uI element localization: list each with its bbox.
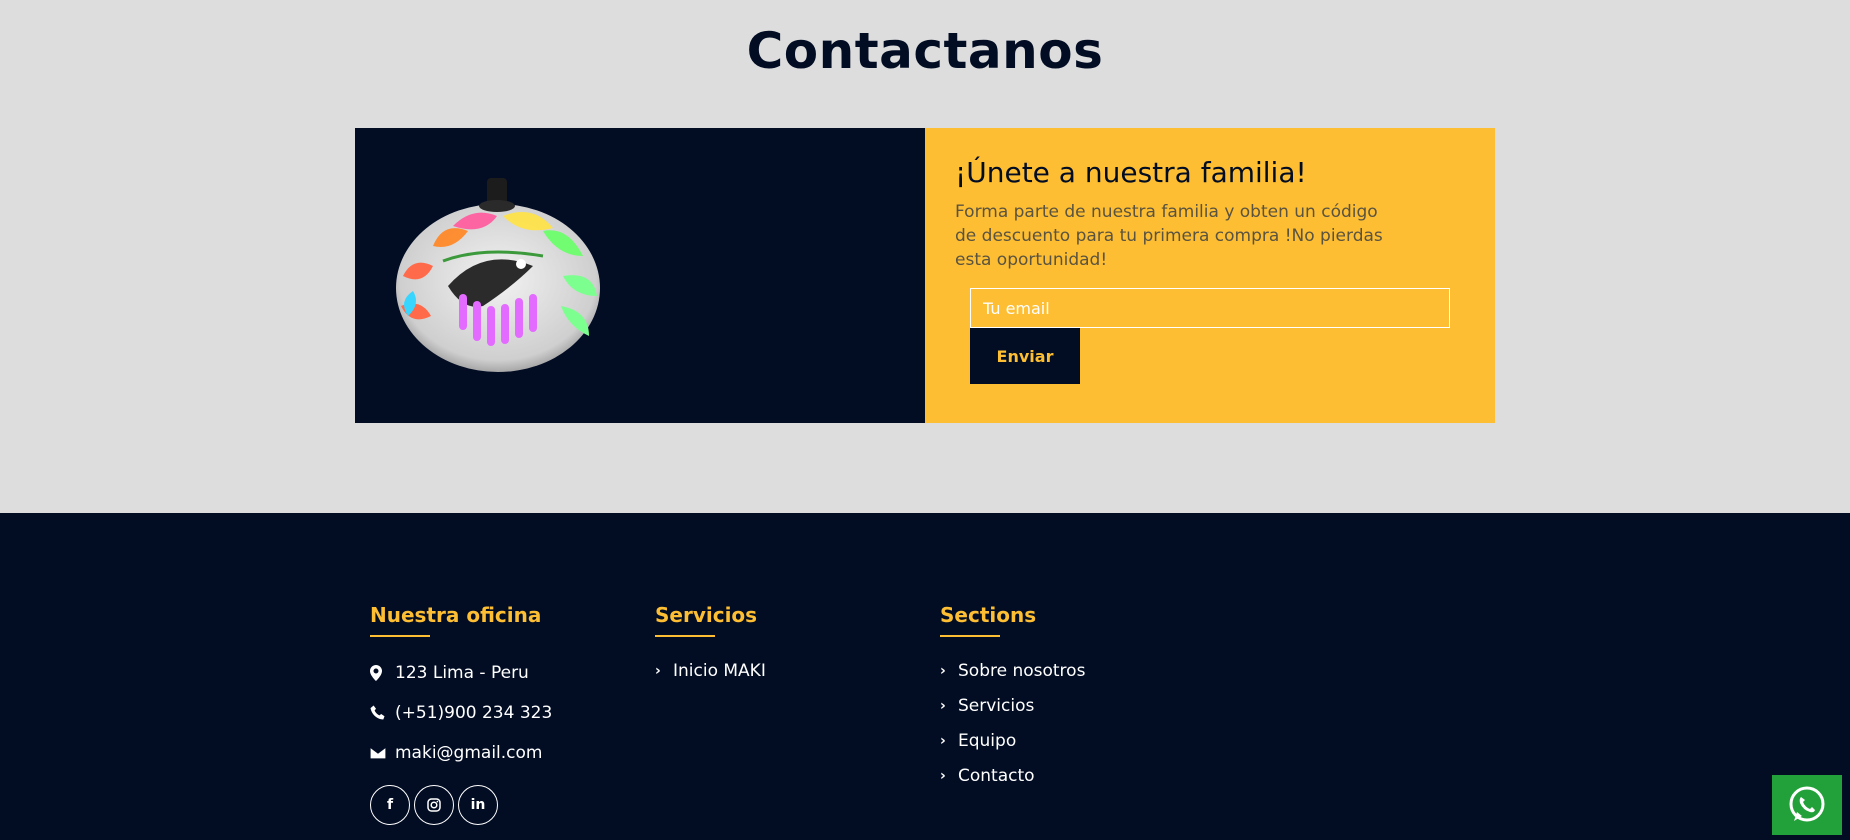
gourd-image [396, 178, 600, 372]
link-label: Sobre nosotros [958, 660, 1086, 681]
whatsapp-icon [1789, 786, 1825, 822]
newsletter-description: Forma parte de nuestra familia y obten u… [955, 202, 1383, 270]
chevron-right-icon: › [940, 697, 946, 714]
map-marker-icon [370, 665, 395, 681]
page-title: Contactanos [746, 22, 1104, 80]
office-address-text: 123 Lima - Peru [395, 663, 529, 683]
link-label: Inicio MAKI [673, 660, 766, 681]
office-phone: (+51)900 234 323 [370, 693, 552, 733]
footer-services-column: Servicios › Inicio MAKI [655, 603, 766, 688]
linkedin-icon: in [470, 797, 486, 813]
phone-icon [370, 705, 395, 721]
office-email-text: maki@gmail.com [395, 743, 543, 763]
footer: Nuestra oficina 123 Lima - Peru (+51)900… [0, 513, 1850, 840]
footer-sections-column: Sections › Sobre nosotros › Servicios › … [940, 603, 1085, 793]
newsletter-card: ¡Únete a nuestra familia! Forma parte de… [355, 128, 1495, 423]
services-title-underline [655, 635, 715, 637]
chevron-right-icon: › [655, 662, 661, 679]
footer-office-column: Nuestra oficina 123 Lima - Peru (+51)900… [370, 603, 552, 825]
link-inicio-maki[interactable]: › Inicio MAKI [655, 653, 766, 688]
chevron-right-icon: › [940, 767, 946, 784]
office-title: Nuestra oficina [370, 603, 542, 627]
office-title-underline [370, 635, 430, 637]
image-panel [355, 128, 925, 423]
envelope-icon [370, 747, 395, 759]
office-phone-text: (+51)900 234 323 [395, 703, 553, 723]
office-email: maki@gmail.com [370, 733, 552, 773]
instagram-icon [427, 798, 441, 812]
link-sobre-nosotros[interactable]: › Sobre nosotros [940, 653, 1085, 688]
chevron-right-icon: › [940, 732, 946, 749]
link-servicios[interactable]: › Servicios [940, 688, 1085, 723]
newsletter-heading: ¡Únete a nuestra familia! [955, 156, 1307, 189]
social-links: f in [370, 785, 552, 825]
services-title: Servicios [655, 603, 758, 627]
link-label: Servicios [958, 695, 1035, 716]
email-input[interactable] [970, 288, 1450, 328]
facebook-icon: f [386, 797, 394, 813]
link-label: Contacto [958, 765, 1035, 786]
whatsapp-button[interactable] [1772, 775, 1842, 835]
linkedin-button[interactable]: in [458, 785, 498, 825]
sections-title-underline [940, 635, 1000, 637]
facebook-button[interactable]: f [370, 785, 410, 825]
office-address: 123 Lima - Peru [370, 653, 552, 693]
sections-title: Sections [940, 603, 1037, 627]
office-contact-list: 123 Lima - Peru (+51)900 234 323 maki@gm… [370, 653, 552, 773]
sections-links: › Sobre nosotros › Servicios › Equipo › … [940, 653, 1085, 793]
link-equipo[interactable]: › Equipo [940, 723, 1085, 758]
link-label: Equipo [958, 730, 1017, 751]
send-button[interactable]: Enviar [970, 328, 1080, 384]
link-contacto[interactable]: › Contacto [940, 758, 1085, 793]
contact-section: Contactanos ¡Únete a nuestra familia! Fo… [0, 0, 1850, 513]
services-links: › Inicio MAKI [655, 653, 766, 688]
newsletter-panel: ¡Únete a nuestra familia! Forma parte de… [925, 128, 1495, 423]
chevron-right-icon: › [940, 662, 946, 679]
instagram-button[interactable] [414, 785, 454, 825]
